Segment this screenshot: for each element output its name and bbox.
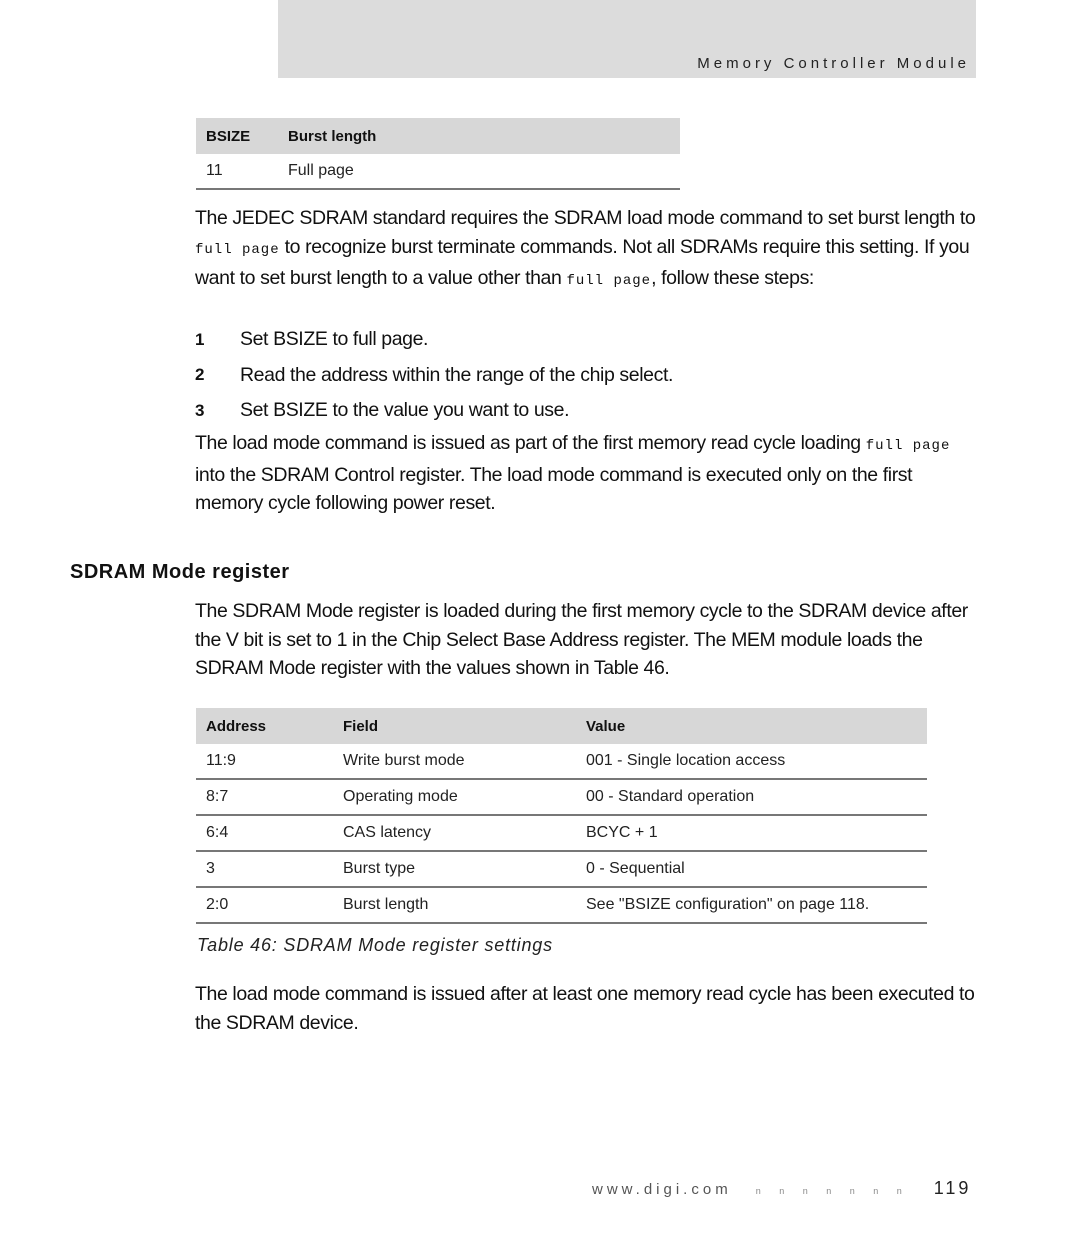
column-header: Value (576, 708, 927, 744)
table-cell: Full page (278, 154, 680, 190)
table-cell: BCYC + 1 (576, 815, 927, 852)
table-cell: 11:9 (196, 744, 333, 780)
steps-list: 1 Set BSIZE to full page. 2 Read the add… (195, 322, 975, 429)
column-header: Address (196, 708, 333, 744)
table-cell: 2:0 (196, 887, 333, 924)
running-header: Memory Controller Module (278, 0, 976, 78)
table-cell: Operating mode (333, 779, 576, 816)
table-header-row: Address Field Value (196, 708, 927, 744)
table-row: 3 Burst type 0 - Sequential (196, 851, 927, 888)
text-run: The load mode command is issued as part … (195, 432, 866, 454)
table-cell: 001 - Single location access (576, 744, 927, 780)
list-item: 2 Read the address within the range of t… (195, 358, 975, 394)
table-cell: CAS latency (333, 815, 576, 852)
step-number: 2 (195, 365, 205, 385)
table-row: 11:9 Write burst mode 001 - Single locat… (196, 744, 927, 780)
footer-decoration: n n n n n n n (755, 1186, 910, 1196)
list-item: 3 Set BSIZE to the value you want to use… (195, 393, 975, 429)
table-cell: 00 - Standard operation (576, 779, 927, 816)
footer-url[interactable]: www.digi.com (592, 1181, 732, 1198)
closing-paragraph: The load mode command is issued after at… (195, 983, 975, 1034)
table-header-row: BSIZE Burst length (196, 118, 680, 154)
table-row: 11 Full page (196, 154, 680, 190)
table-cell: Write burst mode (333, 744, 576, 780)
bsize-table: BSIZE Burst length 11 Full page (196, 118, 680, 190)
table-cell: 11 (196, 154, 278, 190)
table-cell: 8:7 (196, 779, 333, 816)
step-text: Read the address within the range of the… (240, 363, 673, 386)
text-run: , follow these steps: (651, 267, 814, 289)
code-text: full page (865, 438, 951, 454)
code-text: full page (566, 273, 652, 289)
step-text: Set BSIZE to the value you want to use. (240, 399, 570, 422)
code-text: full page (195, 241, 280, 258)
text-run: The JEDEC SDRAM standard requires the SD… (195, 207, 976, 229)
step-number: 3 (195, 400, 205, 420)
sdram-mode-table: Address Field Value 11:9 Write burst mod… (196, 708, 927, 924)
table-caption: Table 46: SDRAM Mode register settings (197, 935, 553, 955)
page-footer: www.digi.com n n n n n n n 119 (592, 1178, 971, 1199)
section-paragraph: The SDRAM Mode register is loaded during… (195, 600, 968, 679)
column-header: Burst length (278, 118, 680, 154)
load-mode-paragraph: The load mode command is issued as part … (195, 429, 985, 518)
page-number: 119 (933, 1178, 972, 1198)
list-item: 1 Set BSIZE to full page. (195, 322, 975, 358)
table-cell: 0 - Sequential (576, 851, 927, 888)
table-row: 8:7 Operating mode 00 - Standard operati… (196, 779, 927, 816)
table-row: 2:0 Burst length See "BSIZE configuratio… (196, 887, 927, 924)
table-cell: 6:4 (196, 815, 333, 852)
step-text: Set BSIZE to full page. (240, 328, 429, 351)
table-cell: See "BSIZE configuration" on page 118. (576, 887, 927, 924)
table-cell: Burst type (333, 851, 576, 888)
text-run: into the SDRAM Control register. The loa… (195, 463, 913, 515)
table-cell: Burst length (333, 887, 576, 924)
header-title: Memory Controller Module (697, 55, 970, 72)
table-row: 6:4 CAS latency BCYC + 1 (196, 815, 927, 852)
step-number: 1 (195, 329, 205, 349)
column-header: Field (333, 708, 576, 744)
table-cell: 3 (196, 851, 333, 888)
section-heading: SDRAM Mode register (70, 561, 290, 583)
intro-paragraph: The JEDEC SDRAM standard requires the SD… (195, 204, 985, 296)
column-header: BSIZE (196, 118, 278, 154)
